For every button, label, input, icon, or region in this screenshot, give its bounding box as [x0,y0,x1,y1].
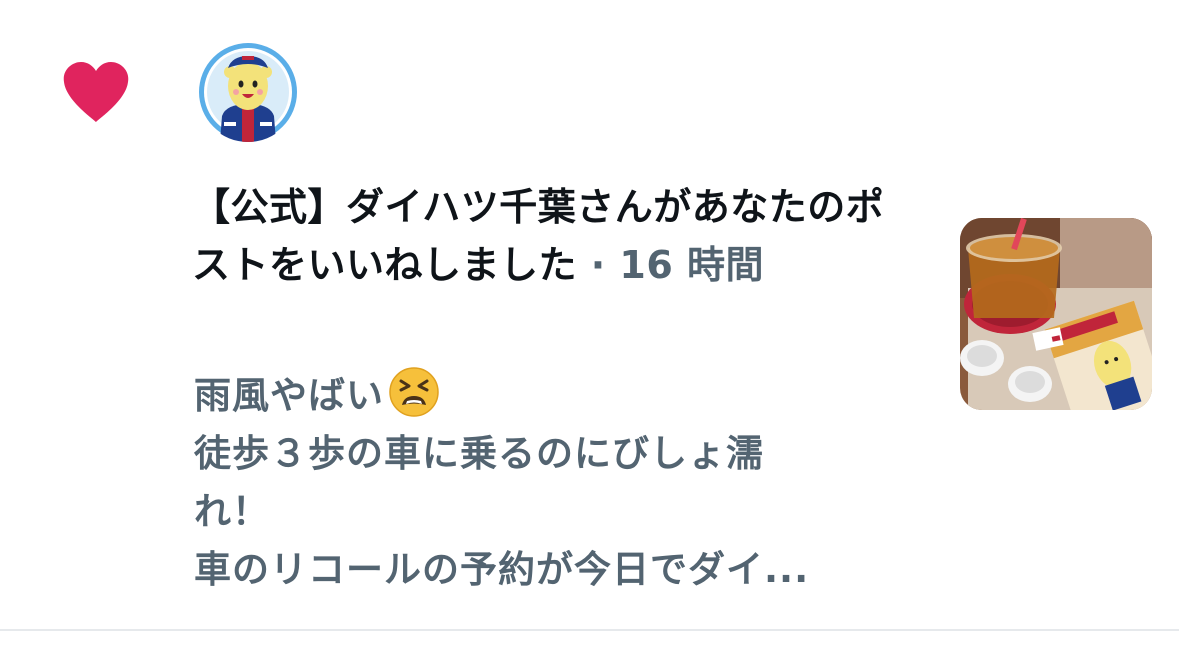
timestamp: 16 時間 [619,243,765,287]
post-line: 徒歩３歩の車に乗るのにびしょ濡 [194,432,764,475]
post-preview[interactable]: 雨風やばい 徒歩３歩の車に乗るのにびしょ濡 れ！ 車のリコールの予約が今日でダイ… [194,366,914,599]
like-notification[interactable]: 【公式】ダイハツ千葉さんがあなたのポストをいいねしました · 16 時間 雨風や… [0,0,1179,630]
post-line: れ！ [194,490,270,533]
tired-face-emoji [388,366,440,418]
avatar[interactable] [198,42,298,142]
heart-icon [62,62,130,124]
post-line: 雨風やばい [194,366,914,425]
notification-headline[interactable]: 【公式】ダイハツ千葉さんがあなたのポストをいいねしました · 16 時間 [192,178,892,294]
post-line: 車のリコールの予約が今日でダイ... [194,548,810,591]
post-thumbnail[interactable] [960,218,1152,410]
separator: · [577,243,620,287]
divider [0,629,1179,631]
actor-name[interactable]: 【公式】ダイハツ千葉さん [192,185,653,229]
